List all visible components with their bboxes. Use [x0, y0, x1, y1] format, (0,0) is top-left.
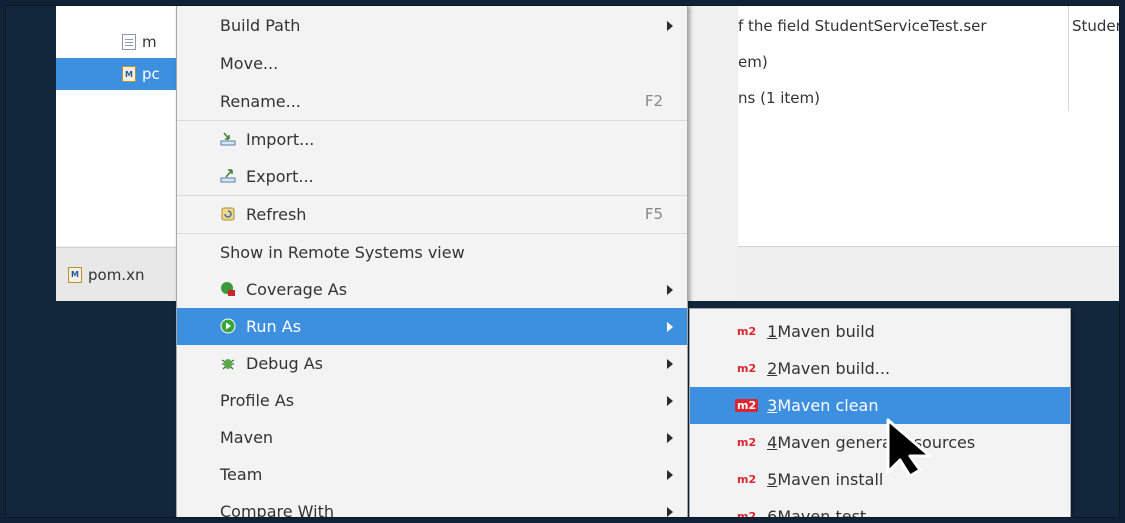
- submenu-item-label: Maven install: [777, 470, 884, 489]
- submenu-item-maven-build-dialog[interactable]: m2 2 Maven build...: [690, 350, 1070, 387]
- tree-item-label: m: [142, 33, 157, 51]
- submenu-arrow-icon: [667, 322, 673, 332]
- submenu-item-maven-build[interactable]: m2 1 Maven build: [690, 313, 1070, 350]
- pom-file-icon: M: [122, 66, 136, 82]
- menu-item-export[interactable]: Export...: [177, 158, 687, 195]
- m2-maven-icon: m2: [737, 473, 757, 486]
- menu-item-move[interactable]: Move...: [177, 45, 687, 82]
- context-menu: Build Path Move... Rename... F2 Import..…: [176, 6, 688, 518]
- menu-item-refresh[interactable]: Refresh F5: [177, 196, 687, 233]
- view-toolbar-strip: [738, 246, 1119, 301]
- submenu-arrow-icon: [667, 285, 673, 295]
- menu-item-label: Debug As: [246, 354, 323, 373]
- submenu-item-maven-generate-sources[interactable]: m2 4 Maven generate-sources: [690, 424, 1070, 461]
- menu-item-label: Rename...: [220, 92, 301, 111]
- run-as-submenu: m2 1 Maven build m2 2 Maven build... m2 …: [689, 308, 1071, 518]
- submenu-arrow-icon: [667, 507, 673, 517]
- import-icon: [220, 132, 236, 146]
- tree-item-label: pc: [142, 65, 160, 83]
- menu-item-compare-with[interactable]: Compare With: [177, 493, 687, 518]
- project-explorer: m M pc: [56, 6, 186, 246]
- mnemonic-number: 5: [767, 470, 778, 489]
- menu-item-label: Team: [220, 465, 263, 484]
- m2-maven-icon: m2: [737, 436, 757, 449]
- menu-item-label: Show in Remote Systems view: [220, 243, 465, 262]
- menu-item-profile-as[interactable]: Profile As: [177, 382, 687, 419]
- tree-item-pom[interactable]: M pc: [56, 58, 186, 90]
- submenu-arrow-icon: [667, 396, 673, 406]
- m2-maven-icon: m2: [735, 399, 759, 412]
- mnemonic-number: 2: [767, 359, 778, 378]
- mnemonic-number: 3: [767, 396, 778, 415]
- menu-item-debug-as[interactable]: Debug As: [177, 345, 687, 382]
- menu-item-label: Move...: [220, 54, 279, 73]
- menu-item-label: Import...: [246, 130, 315, 149]
- menu-item-import[interactable]: Import...: [177, 121, 687, 158]
- menu-item-label: Profile As: [220, 391, 295, 410]
- menu-item-show-in-remote-systems[interactable]: Show in Remote Systems view: [177, 234, 687, 271]
- submenu-item-label: Maven test: [777, 507, 867, 518]
- editor-tab-pom[interactable]: M pom.xn: [56, 247, 186, 301]
- menu-item-build-path[interactable]: Build Path: [177, 7, 687, 44]
- mouse-cursor-icon: [886, 418, 932, 478]
- problem-description: em): [738, 53, 768, 71]
- run-icon: [220, 318, 236, 334]
- export-icon: [220, 169, 236, 183]
- shortcut-label: F5: [644, 205, 663, 223]
- submenu-item-maven-clean[interactable]: m2 3 Maven clean: [690, 387, 1070, 424]
- mnemonic-number: 4: [767, 433, 778, 452]
- submenu-item-label: Maven build: [777, 322, 875, 341]
- menu-item-team[interactable]: Team: [177, 456, 687, 493]
- submenu-arrow-icon: [667, 21, 673, 31]
- problems-view: f the field StudentServiceTest.ser Stude…: [738, 6, 1119, 246]
- refresh-icon: [221, 207, 235, 221]
- mnemonic-number: 6: [767, 507, 778, 518]
- shortcut-label: F2: [644, 92, 663, 110]
- menu-item-label: Maven: [220, 428, 274, 447]
- m2-maven-icon: m2: [737, 362, 757, 375]
- tree-item-m[interactable]: m: [56, 26, 186, 58]
- menu-item-coverage-as[interactable]: Coverage As: [177, 271, 687, 308]
- menu-item-label: Build Path: [220, 16, 301, 35]
- menu-item-rename[interactable]: Rename... F2: [177, 83, 687, 120]
- submenu-item-label: Maven clean: [777, 396, 879, 415]
- menu-item-maven[interactable]: Maven: [177, 419, 687, 456]
- submenu-item-maven-install[interactable]: m2 5 Maven install: [690, 461, 1070, 498]
- menu-item-label: Compare With: [220, 502, 334, 518]
- problem-description: f the field StudentServiceTest.ser: [738, 17, 987, 35]
- menu-item-run-as[interactable]: Run As: [177, 308, 687, 345]
- submenu-item-maven-test[interactable]: m2 6 Maven test: [690, 498, 1070, 518]
- menu-item-label: Export...: [246, 167, 314, 186]
- menu-item-label: Run As: [246, 317, 302, 336]
- menu-item-label: Refresh: [246, 205, 307, 224]
- editor-tab-label: pom.xn: [88, 265, 145, 284]
- screen-frame: m M pc M pom.xn f the field StudentServi…: [5, 5, 1120, 518]
- submenu-arrow-icon: [667, 359, 673, 369]
- coverage-icon: [221, 282, 235, 296]
- menu-item-label: Coverage As: [246, 280, 348, 299]
- m2-maven-icon: m2: [737, 325, 757, 338]
- mnemonic-number: 1: [767, 322, 778, 341]
- submenu-item-label: Maven build...: [777, 359, 891, 378]
- problem-resource: StudentSe: [1072, 17, 1119, 35]
- problem-description: ns (1 item): [738, 89, 820, 107]
- pom-file-icon: M: [68, 266, 82, 283]
- column-divider: [1068, 6, 1069, 111]
- file-icon: [122, 34, 136, 50]
- debug-icon: [221, 359, 235, 370]
- m2-maven-icon: m2: [737, 510, 757, 518]
- submenu-arrow-icon: [667, 470, 673, 480]
- submenu-arrow-icon: [667, 433, 673, 443]
